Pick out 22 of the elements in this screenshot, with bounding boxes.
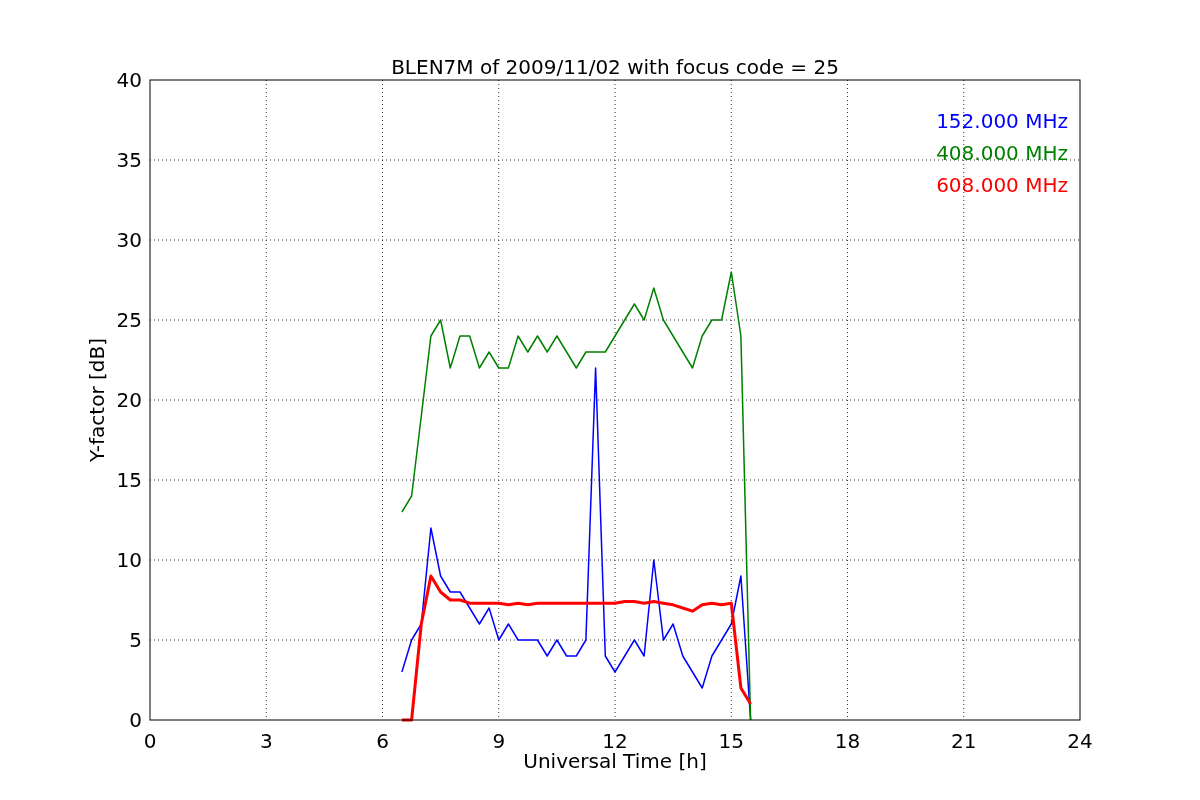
tick-label: 15	[718, 729, 744, 753]
tick-label: 15	[116, 468, 142, 492]
tick-label: 20	[116, 388, 142, 412]
tick-label: 9	[492, 729, 506, 753]
tick-label: 10	[116, 548, 142, 572]
axis-label: Y-factor [dB]	[85, 338, 109, 462]
legend-label: 152.000 MHz	[936, 109, 1068, 133]
tick-label: 24	[1067, 729, 1093, 753]
chart-title: BLEN7M of 2009/11/02 with focus code = 25	[391, 55, 839, 79]
tick-label: 3	[259, 729, 273, 753]
tick-label: 0	[143, 729, 157, 753]
tick-label: 25	[116, 308, 142, 332]
tick-label: 40	[116, 68, 142, 92]
tick-label: 18	[834, 729, 861, 753]
tick-label: 21	[951, 729, 977, 753]
tick-label: 30	[116, 228, 142, 252]
tick-label: 5	[129, 628, 142, 652]
tick-label: 6	[376, 729, 389, 753]
tick-label: 35	[116, 148, 142, 172]
tick-label: 0	[129, 708, 142, 732]
legend-label: 408.000 MHz	[936, 141, 1068, 165]
legend-label: 608.000 MHz	[936, 173, 1068, 197]
